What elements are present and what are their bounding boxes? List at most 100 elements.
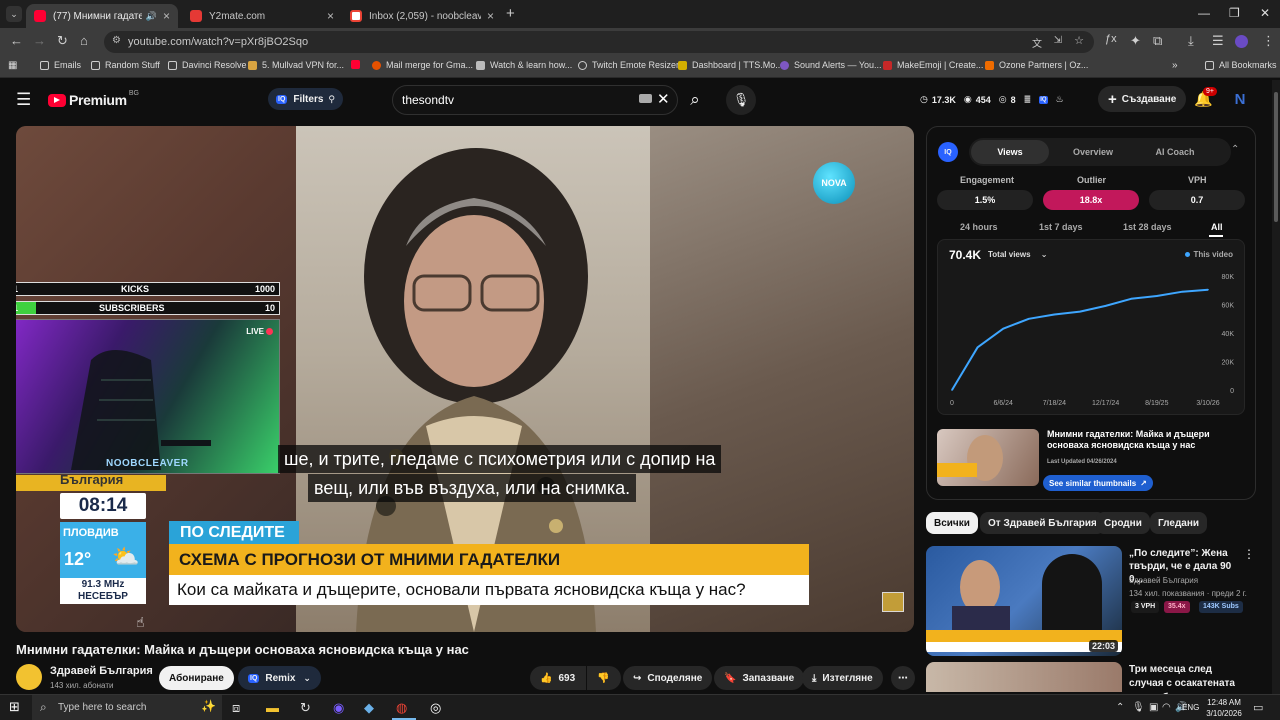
close-window-icon[interactable]: ✕: [1260, 6, 1270, 20]
tab-views[interactable]: Views: [971, 140, 1049, 164]
chip-from-channel[interactable]: От Здравей България: [980, 512, 1105, 534]
share-button[interactable]: ↪ Споделяне: [623, 666, 713, 690]
video-player[interactable]: NOVA 1 KICKS 1000 1 SUBSCRIBERS 10 LIVE …: [16, 126, 914, 632]
tab-ai-coach[interactable]: AI Coach: [1135, 140, 1215, 164]
close-tab-icon[interactable]: ×: [327, 9, 334, 23]
wifi-icon[interactable]: ◠: [1162, 702, 1171, 713]
bookmark-item[interactable]: Mail merge for Gma...: [372, 60, 473, 70]
close-tab-icon[interactable]: ×: [163, 9, 170, 23]
taskbar-search-input[interactable]: ⌕ Type here to search ✨: [32, 695, 222, 720]
tab-search-icon[interactable]: ☰: [1212, 33, 1224, 49]
recommendation-thumbnail[interactable]: [926, 662, 1122, 692]
tab-y2mate[interactable]: Y2mate.com ×: [182, 4, 342, 28]
close-tab-icon[interactable]: ×: [487, 9, 494, 23]
like-button[interactable]: 👍 693: [530, 666, 586, 690]
address-bar[interactable]: ⚙ youtube.com/watch?v=pXr8jBO2Sqo 文 ⇲ ☆: [104, 31, 1094, 53]
channel-avatar[interactable]: [16, 664, 42, 690]
microphone-icon[interactable]: 🎙: [1132, 702, 1145, 713]
tray-overflow-icon[interactable]: ⌃: [1116, 702, 1124, 713]
network-icon[interactable]: ▣: [1149, 702, 1158, 713]
bookmarks-overflow-icon[interactable]: »: [1172, 60, 1178, 71]
bookmark-item[interactable]: MakeEmoji | Create...: [883, 60, 983, 70]
language-indicator[interactable]: ENG: [1182, 703, 1199, 712]
profile-avatar[interactable]: [1235, 35, 1248, 48]
more-actions-button[interactable]: ⋯: [891, 666, 915, 690]
bookmark-item[interactable]: Random Stuff: [91, 60, 160, 70]
save-button[interactable]: 🔖 Запазване: [714, 666, 805, 690]
all-bookmarks[interactable]: All Bookmarks: [1205, 60, 1277, 70]
recommendation-channel[interactable]: Здравей България: [1129, 576, 1198, 585]
steam-icon[interactable]: ◆: [364, 700, 374, 716]
windows-start-icon[interactable]: ⊞: [9, 699, 20, 715]
range-all[interactable]: All: [1211, 222, 1223, 232]
bookmark-star-icon[interactable]: ☆: [1074, 34, 1084, 47]
bookmark-item[interactable]: Ozone Partners | Oz...: [985, 60, 1088, 70]
more-vertical-icon[interactable]: ⋮: [1243, 547, 1255, 561]
tab-overview[interactable]: Overview: [1053, 140, 1133, 164]
keyboard-icon[interactable]: [639, 94, 652, 103]
app-icon[interactable]: ↻: [300, 700, 311, 716]
search-input[interactable]: thesondtv ✕: [392, 85, 678, 115]
bookmark-item[interactable]: Davinci Resolve: [168, 60, 247, 70]
chip-all[interactable]: Всички: [926, 512, 978, 534]
range-28d[interactable]: 1st 28 days: [1123, 222, 1172, 232]
tab-gmail[interactable]: Inbox (2,059) - noobcleave@g ×: [342, 4, 502, 28]
hamburger-menu-icon[interactable]: ☰: [16, 90, 31, 110]
install-icon[interactable]: ⇲: [1054, 35, 1062, 46]
downloads-icon[interactable]: ⤓: [1188, 33, 1194, 49]
chip-related[interactable]: Сродни: [1096, 512, 1150, 534]
site-info-icon[interactable]: ⚙: [112, 35, 121, 46]
tab-list-button[interactable]: ⌄: [6, 6, 22, 22]
page-scrollbar[interactable]: [1272, 80, 1280, 694]
bookmark-item[interactable]: Emails: [40, 60, 81, 70]
system-clock[interactable]: 12:48 AM 3/10/2026: [1202, 697, 1246, 719]
bookmark-item[interactable]: Dashboard | TTS.Mo...: [678, 60, 783, 70]
reload-icon[interactable]: ↻: [57, 33, 68, 49]
voice-search-button[interactable]: 🎙: [726, 85, 756, 115]
create-button[interactable]: + Създаване: [1098, 86, 1187, 112]
bookmark-youtube-icon[interactable]: [351, 60, 365, 69]
download-button[interactable]: ⤓ Изтегляне: [802, 666, 883, 690]
remix-button[interactable]: IQ Remix ⌄: [238, 666, 321, 690]
extension-icon[interactable]: ✦: [1130, 33, 1141, 49]
minimize-icon[interactable]: —: [1198, 6, 1210, 20]
file-explorer-icon[interactable]: ▬: [266, 700, 279, 715]
bookmark-item[interactable]: Watch & learn how...: [476, 60, 572, 70]
menu-kebab-icon[interactable]: ⋮: [1262, 33, 1275, 49]
recommendation-thumbnail[interactable]: 22:03: [926, 546, 1122, 656]
messenger-icon[interactable]: ◉: [333, 700, 344, 716]
similar-thumbnails-button[interactable]: See similar thumbnails ↗: [1043, 475, 1153, 491]
bookmark-item[interactable]: 5. Mullvad VPN for...: [248, 60, 344, 70]
dislike-button[interactable]: 👎: [587, 666, 621, 690]
subscribe-button[interactable]: Абониране: [159, 666, 234, 690]
new-tab-button[interactable]: +: [506, 5, 515, 22]
video-thumbnail[interactable]: [937, 429, 1039, 486]
obs-icon[interactable]: ◎: [430, 700, 441, 716]
forward-icon[interactable]: →: [33, 33, 46, 48]
back-icon[interactable]: ←: [10, 33, 23, 48]
bookmark-item[interactable]: Sound Alerts — You...: [780, 60, 882, 70]
bookmark-item[interactable]: Twitch Emote Resizer: [578, 60, 679, 70]
tab-youtube[interactable]: (77) Мнимни гадателки: Ма 🔊 ×: [26, 4, 178, 28]
vidiq-filters-button[interactable]: IQ Filters ⚲: [268, 88, 343, 110]
collapse-icon[interactable]: ⌃: [1231, 144, 1239, 155]
vidiq-badge-icon[interactable]: IQ: [1039, 95, 1048, 104]
search-button[interactable]: ⌕: [678, 85, 712, 115]
range-7d[interactable]: 1st 7 days: [1039, 222, 1083, 232]
account-avatar[interactable]: N: [1231, 90, 1249, 108]
bulb-icon[interactable]: ♨: [1056, 94, 1064, 105]
extensions-puzzle-icon[interactable]: ⧉: [1153, 33, 1162, 49]
list-icon[interactable]: ≣: [1024, 94, 1032, 105]
home-icon[interactable]: ⌂: [80, 33, 88, 48]
extension-fx-icon[interactable]: ƒx: [1105, 33, 1117, 45]
translate-icon[interactable]: 文: [1032, 35, 1042, 50]
restore-icon[interactable]: ❐: [1229, 6, 1240, 20]
total-views-dropdown[interactable]: Total views ⌄: [988, 250, 1047, 259]
task-view-icon[interactable]: ⧈: [232, 700, 240, 716]
notifications-button[interactable]: 🔔 9+: [1194, 87, 1217, 108]
range-24h[interactable]: 24 hours: [960, 222, 998, 232]
clear-search-icon[interactable]: ✕: [657, 90, 670, 108]
chrome-icon[interactable]: ◍: [396, 700, 407, 716]
channel-name[interactable]: Здравей България: [50, 665, 153, 677]
chip-watched[interactable]: Гледани: [1150, 512, 1208, 534]
